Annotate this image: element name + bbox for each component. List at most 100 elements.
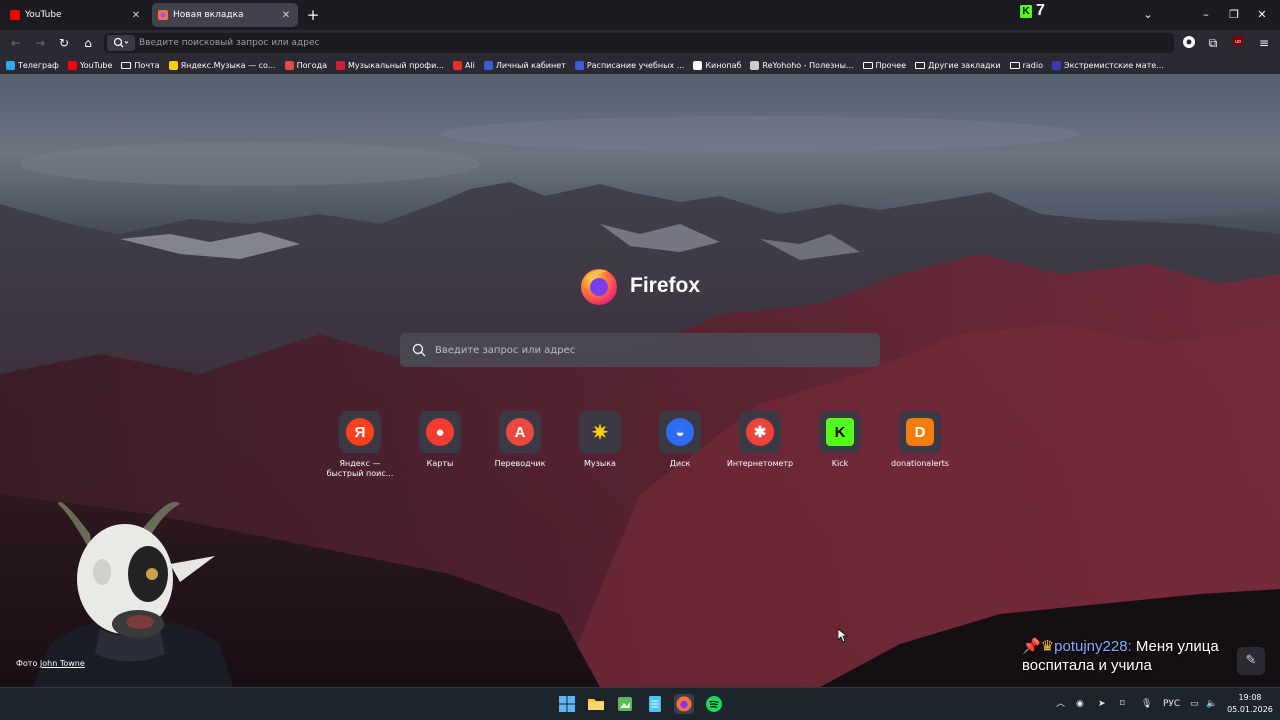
search-icon (113, 37, 129, 47)
bookmark-label: radio (1022, 60, 1043, 70)
firefox-icon (581, 269, 617, 305)
volume-icon[interactable]: 🔈 (1206, 697, 1217, 711)
mouse-cursor-icon (838, 629, 848, 643)
bookmark-label: Погода (296, 60, 328, 70)
close-tab-icon[interactable]: ✕ (280, 10, 292, 21)
top-site-tile[interactable]: Ddonationalerts (882, 411, 958, 469)
bookmark-item[interactable]: Телеграф (6, 60, 59, 70)
top-site-tile[interactable]: ✷ Музыка (562, 411, 638, 469)
top-site-label: Диск (669, 459, 691, 468)
notepad-icon[interactable] (645, 694, 665, 714)
bookmark-item[interactable]: Расписание учебных ... (574, 60, 684, 70)
forward-arrow-icon[interactable]: → (32, 35, 48, 51)
search-engine-selector[interactable] (107, 35, 135, 51)
top-site-icon-frame: ✱ (739, 411, 781, 453)
bookmark-folder[interactable]: Почта (121, 60, 160, 70)
kick-icon: K (826, 418, 854, 446)
newtab-search-input[interactable] (435, 333, 855, 367)
firefox-logo: Firefox (578, 265, 700, 307)
steam-icon[interactable]: ◉ (1076, 697, 1084, 711)
youtube-favicon-icon (10, 10, 20, 20)
close-window-button[interactable]: ✕ (1252, 6, 1272, 24)
stream-chat-message: 📌♛potujny228: Меня улица воспитала и учи… (1022, 637, 1242, 675)
bookmark-item[interactable]: Экстремистские мате... (1052, 60, 1164, 70)
home-icon[interactable]: ⌂ (80, 35, 96, 51)
yandex-icon: Я (346, 418, 374, 446)
folder-icon (1009, 61, 1020, 69)
bookmark-folder[interactable]: radio (1009, 60, 1043, 70)
bookmark-label: Почта (134, 60, 160, 70)
ublock-icon[interactable]: uo (1230, 35, 1246, 51)
list-all-tabs-chevron-icon[interactable]: ⌄ (1138, 6, 1158, 24)
customize-pencil-icon[interactable]: ✎ (1237, 647, 1265, 675)
bookmark-favicon-icon (750, 60, 760, 70)
top-site-tile[interactable]: ● Карты (402, 411, 478, 469)
bookmark-item[interactable]: Кинопаб (693, 60, 741, 70)
bookmark-item[interactable]: ReYohoho - Полезны... (750, 60, 854, 70)
language-indicator[interactable]: РУС (1163, 697, 1180, 711)
kick-logo-icon: K (1020, 4, 1032, 18)
extensions-puzzle-icon[interactable]: ⧉ (1205, 35, 1221, 51)
top-site-icon-frame: K (819, 411, 861, 453)
newtab-search-box[interactable] (400, 333, 880, 367)
bookmark-label: Личный кабинет (495, 60, 566, 70)
firefox-favicon-icon (158, 10, 168, 20)
network-icon[interactable]: ▭ (1190, 697, 1199, 711)
tab-new-tab[interactable]: Новая вкладка ✕ (152, 3, 298, 27)
search-icon (412, 343, 426, 357)
bookmark-favicon-icon (284, 60, 294, 70)
bookmark-folder[interactable]: Другие закладки (915, 61, 1001, 70)
bookmark-item[interactable]: Личный кабинет (483, 60, 566, 70)
bookmark-item[interactable]: YouTube (67, 60, 112, 70)
top-site-tile[interactable]: Я Яндекс — быстрый поис... (322, 411, 398, 479)
bookmark-label: Музыкальный профи... (348, 60, 444, 70)
account-icon[interactable] (1181, 35, 1197, 51)
minimize-button[interactable]: – (1196, 6, 1216, 24)
back-arrow-icon[interactable]: ← (8, 35, 24, 51)
tab-label: Новая вкладка (173, 10, 244, 20)
url-input[interactable] (139, 33, 1039, 53)
top-site-label: Интернетометр (726, 459, 794, 468)
folder-icon (121, 61, 132, 69)
folder-icon (862, 61, 873, 69)
top-site-icon-frame: Я (339, 411, 381, 453)
file-explorer-icon[interactable] (586, 694, 606, 714)
usb-device-icon[interactable]: ⌑ (1120, 697, 1125, 711)
top-site-tile[interactable]: ✱ Интернетометр (722, 411, 798, 469)
telegram-icon[interactable]: ➤ (1098, 697, 1106, 711)
new-tab-button[interactable]: + (304, 6, 322, 24)
top-site-tile[interactable]: K Kick (802, 411, 878, 469)
show-hidden-icons-chevron-icon[interactable]: ︿ (1056, 697, 1065, 711)
kick-follower-counter: K 7 (1020, 1, 1045, 21)
microphone-icon[interactable]: 🎙 (1141, 697, 1152, 711)
address-bar[interactable] (104, 33, 1174, 53)
music-star-icon: ✷ (586, 418, 614, 446)
bookmark-item[interactable]: Погода (284, 60, 328, 70)
reload-icon[interactable]: ↻ (56, 35, 72, 51)
top-site-label: Карты (426, 459, 454, 468)
tab-youtube[interactable]: YouTube ✕ (4, 3, 148, 27)
top-site-label: donationalerts (891, 459, 949, 468)
photo-editor-icon[interactable] (615, 694, 635, 714)
app-menu-hamburger-icon[interactable]: ≡ (1256, 35, 1272, 51)
bookmark-folder[interactable]: Прочее (862, 61, 906, 70)
tab-label: YouTube (25, 10, 62, 20)
top-site-tile[interactable]: ◒ Диск (642, 411, 718, 469)
bookmark-label: Экстремистские мате... (1064, 60, 1164, 70)
bookmark-favicon-icon (168, 60, 178, 70)
firefox-taskbar-icon[interactable] (674, 694, 694, 714)
spotify-icon[interactable] (704, 694, 724, 714)
clock-date: 05.01.2026 (1227, 705, 1273, 714)
start-menu-icon[interactable] (557, 694, 577, 714)
top-site-tile[interactable]: A Переводчик (482, 411, 558, 469)
restore-button[interactable]: ❐ (1224, 6, 1244, 24)
bookmark-item[interactable]: Яндекс.Музыка — со... (168, 60, 276, 70)
maps-pin-icon: ● (426, 418, 454, 446)
top-site-label: Яндекс — быстрый поис... (326, 459, 394, 478)
system-clock[interactable]: 19:08 05.01.2026 (1222, 692, 1278, 716)
bookmark-item[interactable]: Музыкальный профи... (336, 60, 444, 70)
photo-credit-author-link[interactable]: John Towne (40, 659, 85, 668)
chat-username: potujny228: (1054, 638, 1132, 655)
close-tab-icon[interactable]: ✕ (130, 10, 142, 21)
bookmark-item[interactable]: Ali (452, 60, 475, 70)
